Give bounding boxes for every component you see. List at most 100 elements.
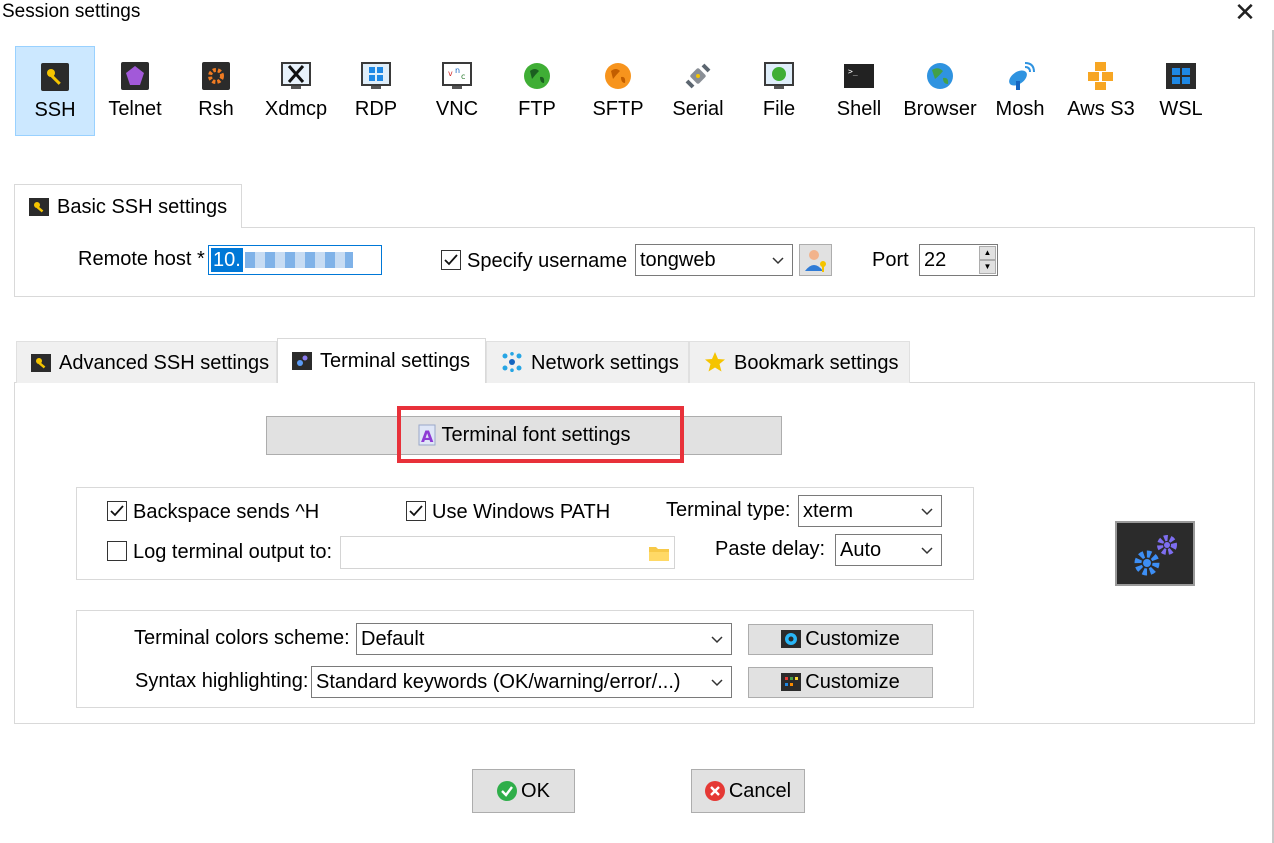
customize-syntax-button[interactable]: Customize bbox=[748, 667, 933, 698]
paste-delay-select[interactable]: Auto bbox=[835, 534, 942, 566]
protocol-label: FTP bbox=[518, 98, 556, 120]
paste-delay-label: Paste delay: bbox=[715, 538, 826, 560]
protocol-label: SFTP bbox=[592, 98, 644, 120]
windows-path-checkbox[interactable]: Use Windows PATH bbox=[406, 501, 610, 524]
protocol-rdp[interactable]: RDP bbox=[336, 46, 416, 136]
protocol-label: Mosh bbox=[995, 98, 1045, 120]
syntax-colors-icon bbox=[781, 673, 802, 691]
protocol-xdmcp[interactable]: Xdmcp bbox=[256, 46, 336, 136]
syntax-select[interactable]: Standard keywords (OK/warning/error/...) bbox=[311, 666, 732, 698]
check-circle-icon bbox=[497, 781, 518, 801]
button-label: Customize bbox=[805, 628, 900, 650]
tab-terminal-settings[interactable]: Terminal settings bbox=[277, 338, 486, 383]
log-output-checkbox[interactable]: Log terminal output to: bbox=[107, 541, 332, 564]
svg-text:c: c bbox=[461, 72, 465, 81]
checkbox-box[interactable] bbox=[107, 541, 127, 561]
checkbox-box[interactable] bbox=[406, 501, 426, 521]
checkbox-box[interactable] bbox=[441, 250, 461, 270]
specify-username-checkbox[interactable]: Specify username bbox=[441, 250, 627, 273]
chevron-down-icon bbox=[921, 508, 933, 516]
protocol-label: WSL bbox=[1159, 98, 1203, 120]
ssh-key-icon bbox=[41, 63, 69, 91]
rdp-windows-icon bbox=[361, 62, 391, 89]
cancel-circle-icon bbox=[704, 781, 725, 801]
remote-host-input[interactable]: 10. bbox=[208, 245, 382, 275]
backspace-checkbox[interactable]: Backspace sends ^H bbox=[107, 501, 319, 524]
star-icon bbox=[705, 352, 725, 372]
gears-icon bbox=[1134, 535, 1177, 576]
specify-username-label: Specify username bbox=[467, 250, 628, 272]
chevron-down-icon bbox=[772, 257, 784, 265]
tab-network-settings[interactable]: Network settings bbox=[486, 341, 689, 383]
syntax-value: Standard keywords (OK/warning/error/...) bbox=[316, 671, 681, 693]
customize-colors-button[interactable]: Customize bbox=[748, 624, 933, 655]
protocol-aws-s3[interactable]: Aws S3 bbox=[1061, 46, 1141, 136]
serial-plug-icon bbox=[685, 63, 711, 89]
tab-label: Basic SSH settings bbox=[57, 196, 228, 218]
protocol-rsh[interactable]: Rsh bbox=[176, 46, 256, 136]
sftp-globe-icon bbox=[605, 63, 631, 89]
wrench-icon bbox=[29, 198, 49, 216]
terminal-gear-icon bbox=[292, 352, 312, 370]
user-manager-button[interactable] bbox=[799, 244, 832, 276]
terminal-type-value: xterm bbox=[803, 500, 853, 522]
protocol-wsl[interactable]: WSL bbox=[1141, 46, 1221, 136]
protocol-label: File bbox=[762, 98, 796, 120]
protocol-vnc[interactable]: vnc VNC bbox=[417, 46, 497, 136]
protocol-browser[interactable]: Browser bbox=[900, 46, 980, 136]
button-label: Customize bbox=[805, 671, 900, 693]
palette-icon bbox=[781, 630, 802, 648]
tab-label: Terminal settings bbox=[320, 350, 471, 372]
chevron-down-icon bbox=[921, 547, 933, 555]
log-output-label: Log terminal output to: bbox=[133, 541, 333, 563]
checkbox-box[interactable] bbox=[107, 501, 127, 521]
windows-path-label: Use Windows PATH bbox=[432, 501, 611, 523]
colors-scheme-select[interactable]: Default bbox=[356, 623, 732, 655]
svg-text:v: v bbox=[448, 69, 453, 78]
chevron-down-icon bbox=[711, 636, 723, 644]
redacted-region bbox=[245, 252, 353, 268]
xdmcp-x-icon bbox=[281, 62, 311, 89]
log-output-path-input[interactable] bbox=[340, 536, 675, 569]
cancel-button[interactable]: Cancel bbox=[691, 769, 805, 813]
tab-basic-ssh-settings[interactable]: Basic SSH settings bbox=[14, 184, 243, 228]
protocol-shell[interactable]: >_ Shell bbox=[819, 46, 899, 136]
protocol-mosh[interactable]: Mosh bbox=[980, 46, 1060, 136]
remote-host-label: Remote host * bbox=[78, 248, 205, 270]
protocol-serial[interactable]: Serial bbox=[658, 46, 738, 136]
protocol-file[interactable]: File bbox=[739, 46, 819, 136]
window-title: Session settings bbox=[2, 1, 141, 22]
protocol-label: RDP bbox=[354, 98, 398, 120]
protocol-ftp[interactable]: FTP bbox=[497, 46, 577, 136]
highlight-box bbox=[397, 406, 684, 463]
ftp-globe-icon bbox=[524, 63, 550, 89]
svg-text:>_: >_ bbox=[848, 67, 858, 76]
colors-scheme-label: Terminal colors scheme: bbox=[134, 627, 350, 649]
protocol-label: VNC bbox=[435, 98, 479, 120]
browser-globe-icon bbox=[927, 63, 953, 89]
spin-up-icon[interactable]: ▲ bbox=[979, 246, 996, 260]
tab-bookmark-settings[interactable]: Bookmark settings bbox=[689, 341, 910, 383]
advanced-gear-button[interactable] bbox=[1115, 521, 1195, 586]
vnc-monitor-icon: v nc bbox=[442, 62, 472, 89]
username-combo[interactable]: tongweb bbox=[635, 244, 793, 276]
protocol-label: Browser bbox=[903, 98, 977, 120]
protocol-telnet[interactable]: Telnet bbox=[95, 46, 175, 136]
spin-down-icon[interactable]: ▼ bbox=[979, 260, 996, 274]
port-spinner[interactable]: ▲ ▼ bbox=[979, 246, 996, 274]
folder-icon[interactable] bbox=[648, 544, 670, 562]
syntax-label: Syntax highlighting: bbox=[135, 670, 309, 692]
backspace-label: Backspace sends ^H bbox=[133, 501, 320, 523]
port-label: Port bbox=[872, 249, 909, 271]
port-input[interactable]: 22 ▲ ▼ bbox=[919, 244, 998, 276]
close-icon[interactable]: ✕ bbox=[1233, 0, 1257, 26]
terminal-type-select[interactable]: xterm bbox=[798, 495, 942, 527]
network-icon bbox=[502, 352, 522, 372]
protocol-label: Rsh bbox=[198, 98, 234, 120]
remote-host-value: 10. bbox=[211, 248, 243, 272]
protocol-ssh[interactable]: SSH bbox=[15, 46, 95, 136]
terminal-type-label: Terminal type: bbox=[666, 499, 791, 521]
tab-advanced-ssh-settings[interactable]: Advanced SSH settings bbox=[16, 341, 277, 383]
protocol-sftp[interactable]: SFTP bbox=[578, 46, 658, 136]
ok-button[interactable]: OK bbox=[472, 769, 575, 813]
